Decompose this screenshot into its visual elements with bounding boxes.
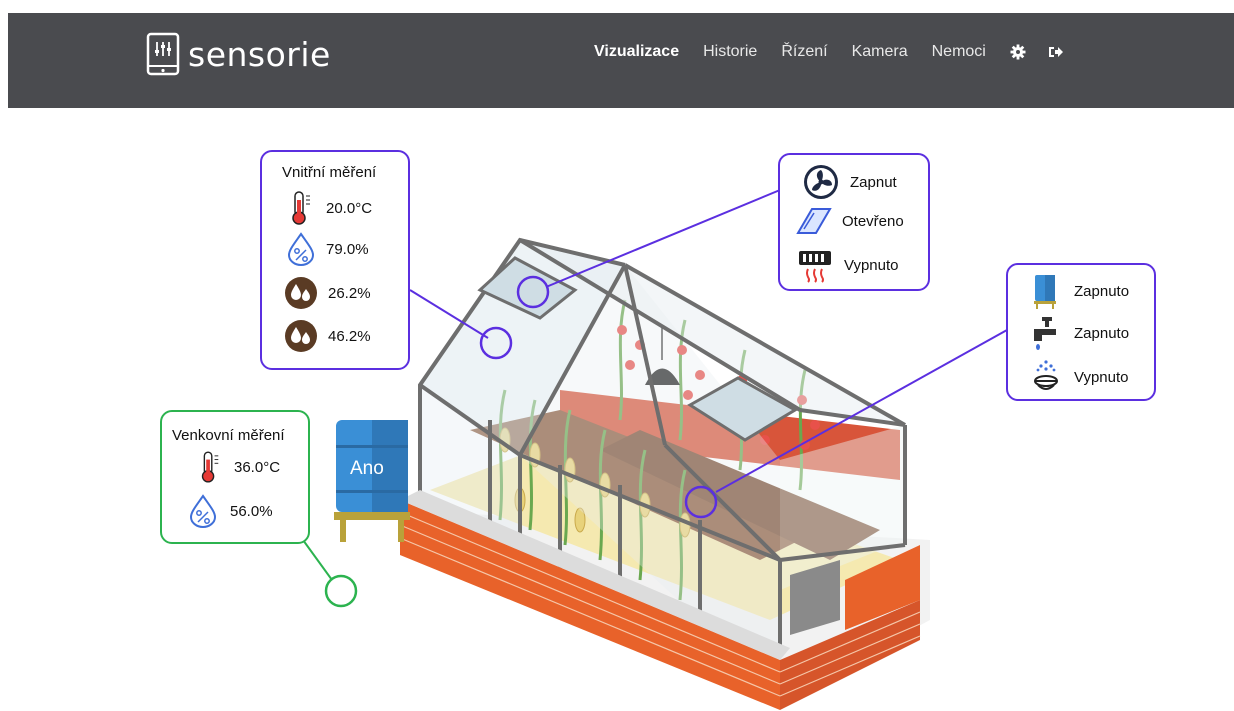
water-status-card: Zapnuto Zapnuto Vypnuto bbox=[1006, 263, 1156, 401]
humidity-drop-icon bbox=[189, 494, 217, 528]
window-row: Otevřeno bbox=[794, 205, 904, 237]
soil-moisture-icon bbox=[285, 277, 317, 309]
sprinkler-icon bbox=[1034, 360, 1058, 390]
outside-humidity-row: 56.0% bbox=[188, 494, 273, 528]
water-tank-row: Zapnuto bbox=[1032, 273, 1129, 309]
inside-temp-row: 20.0°C bbox=[286, 190, 372, 226]
inside-humidity-row: 79.0% bbox=[286, 232, 369, 266]
soil-moisture-1-value: 26.2% bbox=[328, 284, 371, 302]
fan-status-value: Zapnut bbox=[850, 173, 897, 191]
water-tap-icon bbox=[1034, 317, 1056, 350]
outside-card-title: Venkovní měření bbox=[172, 427, 285, 444]
outside-temperature-value: 36.0°C bbox=[234, 458, 281, 476]
window-open-icon bbox=[796, 208, 832, 234]
barrel-status-label: Ano bbox=[350, 458, 384, 479]
water-tank-status-value: Zapnuto bbox=[1074, 282, 1130, 300]
soil-moisture-2-value: 46.2% bbox=[328, 327, 371, 345]
outside-measurements-card: Venkovní měření 36.0°C 56.0% bbox=[160, 410, 310, 544]
inside-measurements-card: Vnitřní měření 20.0°C 79.0% 26.2% 46.2% bbox=[260, 150, 410, 370]
inside-card-title: Vnitřní měření bbox=[282, 164, 377, 181]
inside-soil1-row: 26.2% bbox=[284, 276, 371, 310]
humidity-drop-icon bbox=[287, 232, 315, 266]
inside-humidity-value: 79.0% bbox=[326, 240, 369, 258]
water-tap-row: Zapnuto bbox=[1030, 315, 1129, 351]
outside-temp-row: 36.0°C bbox=[196, 450, 280, 484]
radiator-icon bbox=[799, 251, 831, 283]
inside-temperature-value: 20.0°C bbox=[326, 199, 373, 217]
inside-soil2-row: 46.2% bbox=[284, 319, 371, 353]
thermometer-icon bbox=[292, 191, 310, 225]
window-status-value: Otevřeno bbox=[842, 212, 904, 230]
water-tap-status-value: Zapnuto bbox=[1074, 324, 1130, 342]
soil-moisture-icon bbox=[285, 320, 317, 352]
heating-status-value: Vypnuto bbox=[844, 256, 899, 274]
water-tank-icon bbox=[1034, 275, 1056, 309]
climate-status-card: Zapnut Otevřeno Vypnuto bbox=[778, 153, 930, 291]
outside-humidity-value: 56.0% bbox=[230, 502, 273, 520]
sprinkler-row: Vypnuto bbox=[1030, 359, 1129, 395]
sprinkler-status-value: Vypnuto bbox=[1074, 368, 1129, 386]
heating-row: Vypnuto bbox=[796, 247, 899, 283]
thermometer-icon bbox=[201, 451, 219, 483]
fan-row: Zapnut bbox=[802, 163, 897, 201]
fan-icon bbox=[804, 165, 838, 199]
